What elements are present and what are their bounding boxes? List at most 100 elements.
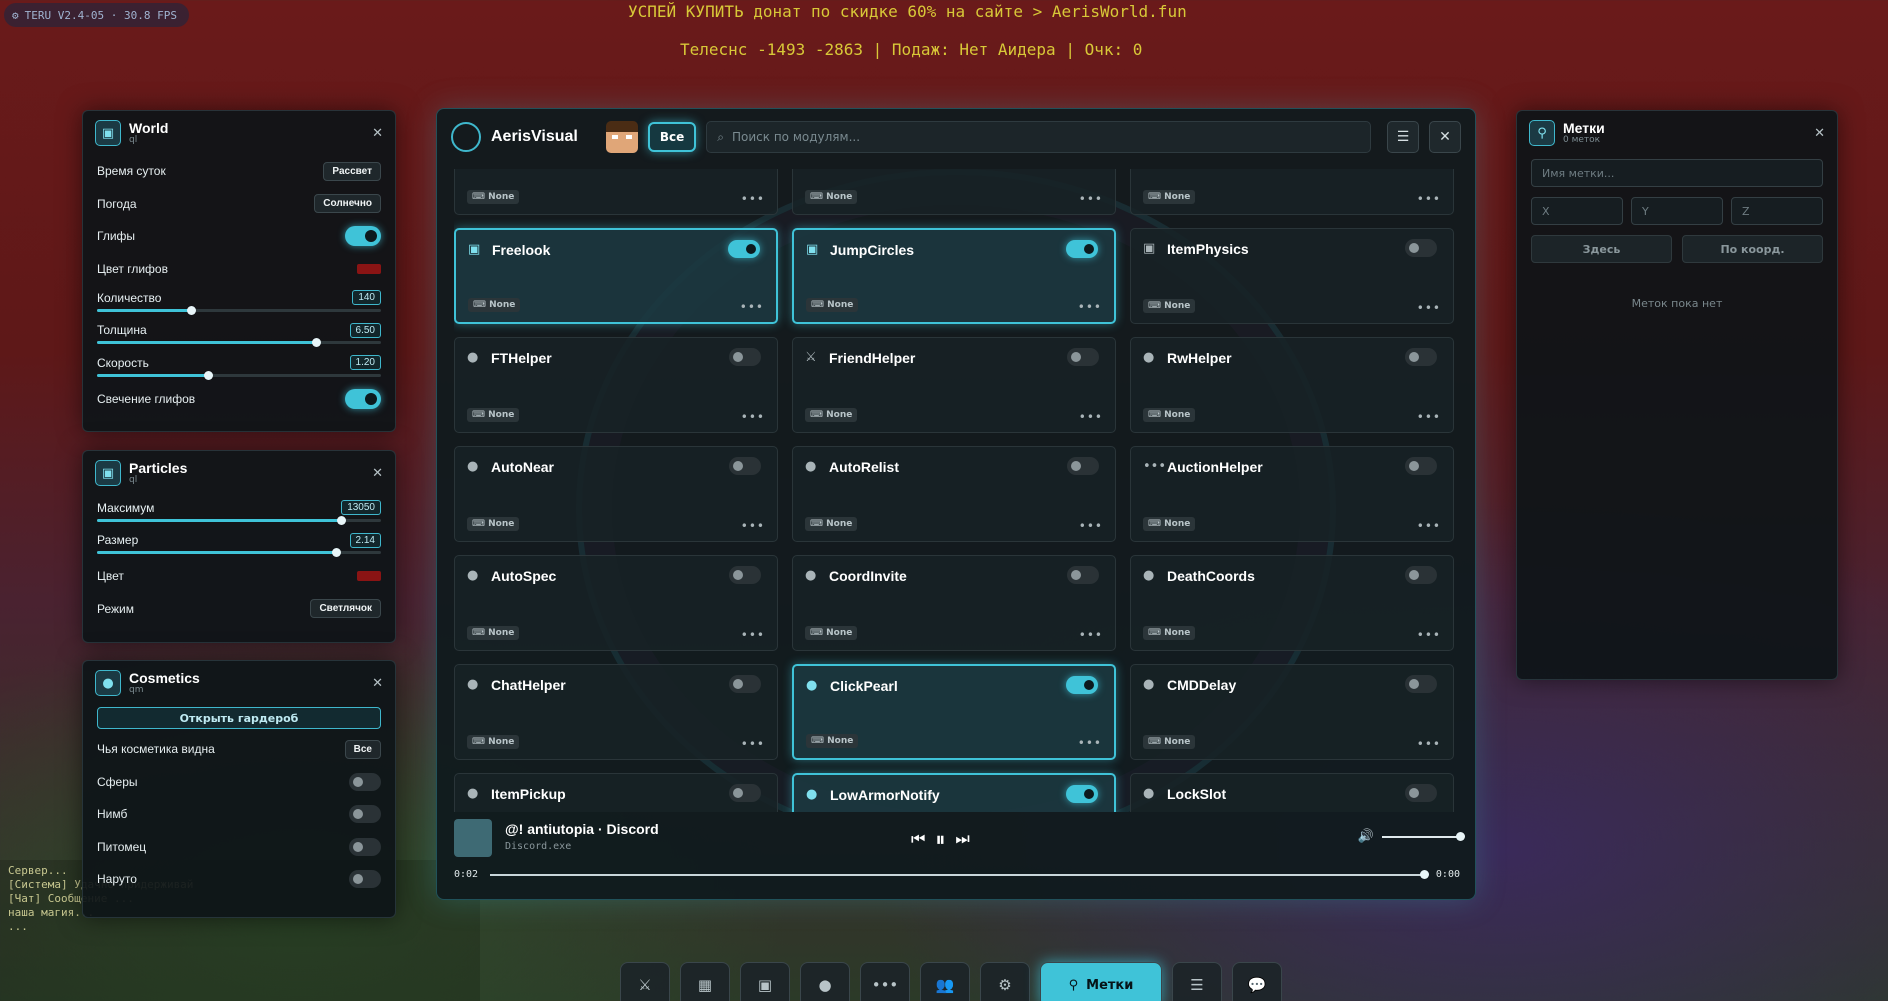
thickness-slider[interactable]: Толщина 6.50 xyxy=(83,318,395,351)
search-input[interactable]: ⌕ Поиск по модулям... xyxy=(706,121,1371,153)
glyphs-toggle[interactable] xyxy=(345,226,381,247)
more-icon[interactable]: ••• xyxy=(740,300,764,314)
by-coords-button[interactable]: По коорд. xyxy=(1682,235,1823,263)
module-toggle[interactable] xyxy=(1067,566,1099,584)
module-card[interactable]: ▣ JumpCircles ⌨ None ••• xyxy=(792,228,1116,324)
close-button[interactable]: ✕ xyxy=(1429,121,1461,153)
module-card[interactable]: ••• AuctionHelper ⌨ None ••• xyxy=(1130,446,1454,542)
keybind-badge[interactable]: ⌨ None xyxy=(467,408,520,422)
time-select[interactable]: Рассвет xyxy=(323,161,381,181)
module-toggle[interactable] xyxy=(1405,239,1437,257)
count-slider[interactable]: Количество 140 xyxy=(83,285,395,318)
more-icon[interactable]: ••• xyxy=(741,737,765,751)
keybind-badge[interactable]: ⌨ None xyxy=(805,626,858,640)
mode-select[interactable]: Светлячок xyxy=(310,599,381,619)
more-icon[interactable]: ••• xyxy=(1078,300,1102,314)
module-card[interactable]: ●LockSlot⌨ None••• xyxy=(1130,773,1454,812)
waypoints-tab[interactable]: ⚲ Метки xyxy=(1040,962,1162,1001)
module-toggle[interactable] xyxy=(1405,784,1437,802)
module-card[interactable]: ● ChatHelper ⌨ None ••• xyxy=(454,664,778,760)
module-card[interactable]: ▣⌨ None••• xyxy=(792,169,1116,215)
module-toggle[interactable] xyxy=(1405,675,1437,693)
module-card[interactable]: ● FTHelper ⌨ None ••• xyxy=(454,337,778,433)
more-icon[interactable]: ••• xyxy=(741,192,765,206)
more-icon[interactable]: ••• xyxy=(1417,192,1441,206)
x-input[interactable]: X xyxy=(1531,197,1623,225)
user-icon[interactable]: ● xyxy=(800,962,850,1001)
module-toggle[interactable] xyxy=(1066,240,1098,258)
filter-all-button[interactable]: Все xyxy=(647,122,697,152)
module-card[interactable]: ● AutoSpec ⌨ None ••• xyxy=(454,555,778,651)
users-icon[interactable]: 👥 xyxy=(920,962,970,1001)
keybind-badge[interactable]: ⌨ None xyxy=(1143,517,1196,531)
more-icon[interactable]: ••• xyxy=(741,628,765,642)
module-toggle[interactable] xyxy=(728,240,760,258)
module-toggle[interactable] xyxy=(1405,348,1437,366)
module-toggle[interactable] xyxy=(1067,348,1099,366)
more-icon[interactable]: ••• xyxy=(741,519,765,533)
y-input[interactable]: Y xyxy=(1631,197,1723,225)
naruto-toggle[interactable] xyxy=(349,870,381,889)
gear-icon[interactable]: ⚙ xyxy=(980,962,1030,1001)
weather-select[interactable]: Солнечно xyxy=(314,194,381,214)
module-card[interactable]: ●LowArmorNotify⌨ None••• xyxy=(792,773,1116,812)
more-icon[interactable]: ••• xyxy=(1417,737,1441,751)
volume-slider[interactable] xyxy=(1382,831,1465,841)
sword-icon[interactable]: ⚔ xyxy=(620,962,670,1001)
module-card[interactable]: ⚔ FriendHelper ⌨ None ••• xyxy=(792,337,1116,433)
halo-toggle[interactable] xyxy=(349,805,381,824)
more-icon[interactable]: ••• xyxy=(741,410,765,424)
glyph-color-swatch[interactable] xyxy=(357,263,381,274)
close-icon[interactable]: ✕ xyxy=(372,126,383,141)
pause-icon[interactable]: ⏸ xyxy=(935,827,945,851)
more-icon[interactable]: ••• xyxy=(1078,736,1102,750)
chat-icon[interactable]: 💬 xyxy=(1232,962,1282,1001)
keybind-badge[interactable]: ⌨ None xyxy=(468,298,521,312)
more-icon[interactable]: ••• xyxy=(1417,628,1441,642)
keybind-badge[interactable]: ⌨ None xyxy=(1143,408,1196,422)
progress-slider[interactable] xyxy=(490,870,1429,879)
grid-icon[interactable]: ▦ xyxy=(680,962,730,1001)
more-icon[interactable]: ••• xyxy=(1079,519,1103,533)
filter-settings-button[interactable]: ☰ xyxy=(1387,121,1419,153)
previous-icon[interactable]: ⏮ xyxy=(911,829,925,849)
sliders-icon[interactable]: ☰ xyxy=(1172,962,1222,1001)
keybind-badge[interactable]: ⌨ None xyxy=(805,517,858,531)
keybind-badge[interactable]: ⌨ None xyxy=(805,408,858,422)
keybind-badge[interactable]: ⌨ None xyxy=(805,190,858,204)
module-toggle[interactable] xyxy=(729,784,761,802)
module-card[interactable]: ▣⌨ None••• xyxy=(1130,169,1454,215)
module-toggle[interactable] xyxy=(729,566,761,584)
keybind-badge[interactable]: ⌨ None xyxy=(467,517,520,531)
module-toggle[interactable] xyxy=(729,457,761,475)
keybind-badge[interactable]: ⌨ None xyxy=(1143,190,1196,204)
module-toggle[interactable] xyxy=(1066,785,1098,803)
keybind-badge[interactable]: ⌨ None xyxy=(1143,299,1196,313)
keybind-badge[interactable]: ⌨ None xyxy=(467,626,520,640)
max-slider[interactable]: Максимум 13050 xyxy=(83,495,395,528)
more-icon[interactable]: ••• xyxy=(1417,519,1441,533)
module-toggle[interactable] xyxy=(729,675,761,693)
more-icon[interactable]: ••• xyxy=(1079,628,1103,642)
keybind-badge[interactable]: ⌨ None xyxy=(467,190,520,204)
module-card[interactable]: ▣ Freelook ⌨ None ••• xyxy=(454,228,778,324)
module-toggle[interactable] xyxy=(1405,566,1437,584)
module-card[interactable]: ● AutoNear ⌨ None ••• xyxy=(454,446,778,542)
more-icon[interactable]: ••• xyxy=(1079,192,1103,206)
module-card[interactable]: ▣⌨ None••• xyxy=(454,169,778,215)
more-icon[interactable]: ••• xyxy=(1417,410,1441,424)
particle-color-swatch[interactable] xyxy=(357,571,381,582)
close-icon[interactable]: ✕ xyxy=(372,676,383,691)
size-slider[interactable]: Размер 2.14 xyxy=(83,528,395,561)
keybind-badge[interactable]: ⌨ None xyxy=(1143,626,1196,640)
module-card[interactable]: ● CoordInvite ⌨ None ••• xyxy=(792,555,1116,651)
image-icon[interactable]: ▣ xyxy=(740,962,790,1001)
module-card[interactable]: ●ItemPickup⌨ None••• xyxy=(454,773,778,812)
waypoint-name-input[interactable]: Имя метки... xyxy=(1531,159,1823,187)
module-card[interactable]: ▣ ItemPhysics ⌨ None ••• xyxy=(1130,228,1454,324)
next-icon[interactable]: ⏭ xyxy=(955,829,969,849)
glow-toggle[interactable] xyxy=(345,388,381,409)
module-card[interactable]: ● CMDDelay ⌨ None ••• xyxy=(1130,664,1454,760)
keybind-badge[interactable]: ⌨ None xyxy=(467,735,520,749)
here-button[interactable]: Здесь xyxy=(1531,235,1672,263)
